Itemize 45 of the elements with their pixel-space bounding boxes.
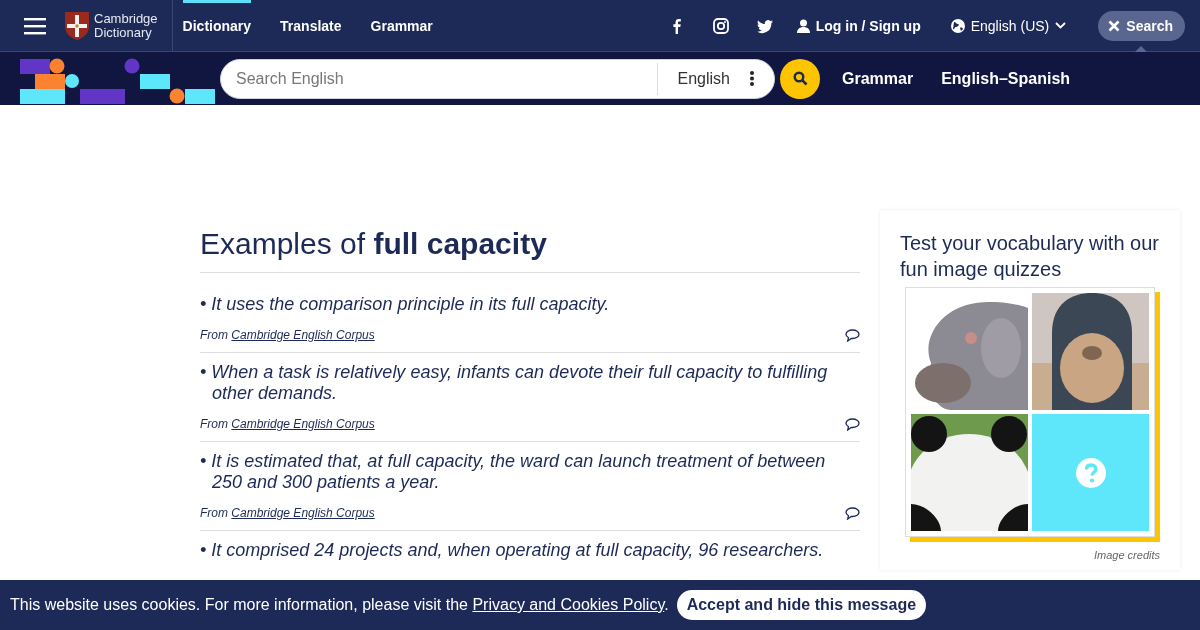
close-icon bbox=[1108, 19, 1121, 32]
quiz-tile[interactable] bbox=[1032, 414, 1149, 531]
example-sentence: • It is estimated that, at full capacity, the ward can launch treatment of between 250 and 300 patients a year. bbox=[200, 451, 827, 493]
globe-icon bbox=[950, 18, 965, 33]
comment-icon[interactable] bbox=[845, 506, 860, 520]
shield-icon[interactable] bbox=[64, 10, 90, 41]
example-sentence: • When a task is relatively easy, infants can devote their full capacity to fulfilling other demands. bbox=[200, 362, 829, 404]
comment-icon[interactable] bbox=[845, 328, 860, 342]
instagram-icon[interactable] bbox=[712, 17, 729, 34]
cookie-message: This website uses cookies. For more information, please visit the Privacy and Cookies Policy. bbox=[10, 596, 669, 614]
nav-tab[interactable]: Grammar bbox=[370, 0, 433, 52]
menu-icon[interactable] bbox=[24, 16, 46, 35]
nav-link[interactable]: English–Spanish bbox=[941, 69, 1071, 88]
source-link[interactable]: Cambridge English Corpus bbox=[231, 328, 375, 342]
image-credits-link[interactable]: Image credits bbox=[1093, 549, 1160, 561]
language-selector[interactable]: English (US) bbox=[950, 17, 1067, 34]
caret-icon bbox=[1055, 22, 1067, 29]
logo-text[interactable]: Dictionary bbox=[94, 25, 158, 40]
source-text: From Cambridge English Corpus bbox=[200, 417, 375, 431]
source-text: From Cambridge English Corpus bbox=[200, 328, 375, 342]
example-sentence: • It comprised 24 projects and, when operating at full capacity, 96 researchers. bbox=[200, 540, 825, 561]
quiz-title: Test your vocabulary with our fun image quizzes bbox=[900, 231, 1160, 282]
search-icon bbox=[792, 71, 808, 86]
login-link[interactable]: Log in / Sign up bbox=[796, 17, 921, 34]
more-icon bbox=[750, 71, 754, 86]
comment-icon[interactable] bbox=[845, 417, 860, 431]
source-link[interactable]: Cambridge English Corpus bbox=[231, 417, 375, 431]
example-sentence: • It uses the comparison principle in its full capacity. bbox=[200, 294, 611, 315]
accept-cookies-button[interactable]: Accept and hide this message bbox=[676, 590, 927, 620]
nav-tab[interactable]: Translate bbox=[280, 0, 342, 52]
dictionary-selector[interactable]: English bbox=[656, 62, 774, 95]
search-button[interactable] bbox=[780, 58, 820, 99]
source-link[interactable]: Cambridge English Corpus bbox=[231, 506, 375, 520]
source-text: From Cambridge English Corpus bbox=[200, 506, 375, 520]
question-icon bbox=[1075, 457, 1106, 488]
page-heading: Examples of full capacity bbox=[200, 227, 860, 273]
search-toggle-button[interactable]: Search bbox=[1098, 10, 1185, 41]
twitter-icon[interactable] bbox=[756, 17, 773, 34]
pointer-triangle-icon bbox=[1135, 45, 1148, 52]
user-icon bbox=[796, 18, 810, 33]
quiz-image-grid[interactable] bbox=[905, 287, 1155, 537]
nav-link[interactable]: Grammar bbox=[842, 69, 914, 88]
privacy-policy-link[interactable]: Privacy and Cookies Policy bbox=[472, 596, 665, 613]
logo-text[interactable]: Cambridge bbox=[94, 11, 158, 26]
search-field[interactable]: Search English English bbox=[220, 58, 775, 99]
